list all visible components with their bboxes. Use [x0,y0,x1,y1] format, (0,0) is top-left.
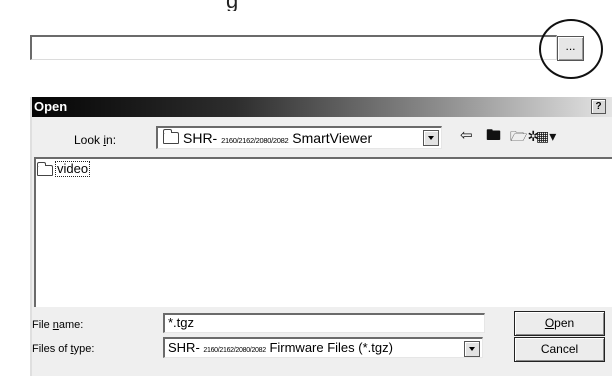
file-type-value: SHR- 2160/2162/2080/2082 Firmware Files … [168,340,393,355]
open-dialog: Open ? Look in: SHR- 2160/2162/2080/2082… [30,97,612,376]
dialog-title: Open [34,99,68,114]
file-type-label: Files of type: [32,343,95,355]
look-in-dropdown-button[interactable] [423,130,439,146]
firmware-path-field[interactable] [30,35,557,60]
folder-icon [37,162,53,176]
cancel-button[interactable]: Cancel [514,337,605,362]
list-item-label: video [55,161,91,177]
caption-text-fragment: g [226,0,266,11]
back-arrow-icon[interactable]: ⇦ [460,128,473,144]
open-button[interactable]: Open [514,311,605,336]
file-type-dropdown-button[interactable] [464,341,480,357]
help-button[interactable]: ? [591,99,606,114]
file-name-label: File name: [32,319,84,331]
look-in-label: Look in: [74,133,117,147]
views-menu-icon[interactable]: ▦▾ [536,128,556,144]
look-in-value: SHR- 2160/2162/2080/2082 SmartViewer [183,130,373,146]
dialog-titlebar: Open ? [32,97,612,117]
look-in-combo[interactable]: SHR- 2160/2162/2080/2082 SmartViewer [156,126,442,149]
browse-button[interactable]: ... [557,36,584,61]
file-list[interactable]: video [34,157,612,307]
up-folder-icon[interactable]: 🖿 [486,128,501,144]
new-folder-icon[interactable]: 🗁✲ [510,128,539,144]
folder-icon [163,129,179,144]
file-name-input[interactable]: *.tgz [163,313,485,333]
file-type-combo[interactable]: SHR- 2160/2162/2080/2082 Firmware Files … [163,337,483,358]
